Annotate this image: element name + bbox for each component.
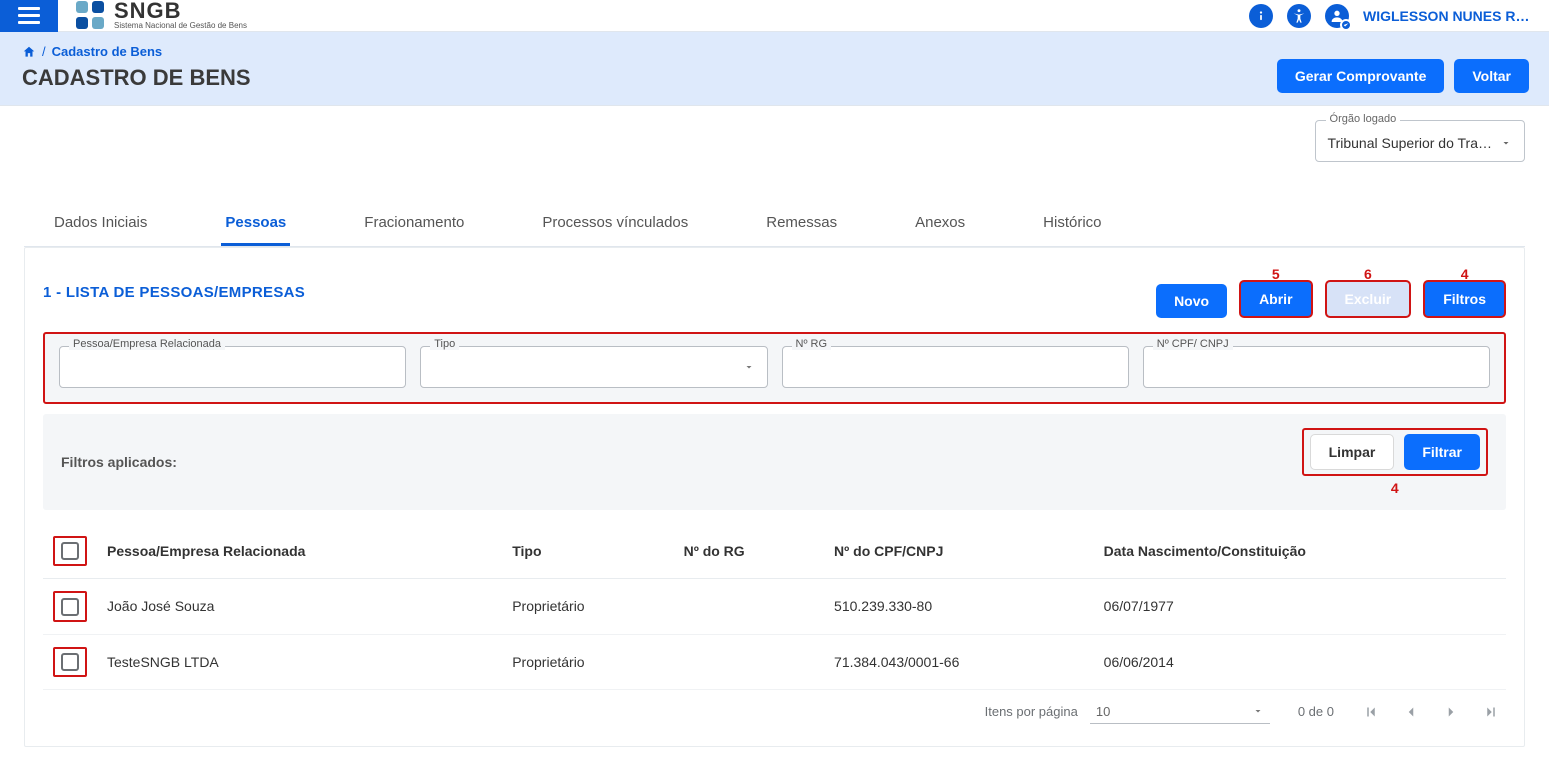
col-pessoa[interactable]: Pessoa/Empresa Relacionada: [97, 524, 502, 579]
row-checkbox[interactable]: [61, 598, 79, 616]
check-icon: [1343, 22, 1349, 28]
filter-tipo-select[interactable]: [420, 346, 767, 388]
excluir-button: Excluir: [1325, 280, 1412, 318]
cell-pessoa: TesteSNGB LTDA: [97, 634, 502, 689]
brand-subtitle: Sistema Nacional de Gestão de Bens: [114, 21, 247, 30]
chevron-down-icon: [1500, 137, 1512, 149]
page-range: 0 de 0: [1298, 704, 1334, 719]
breadcrumb-link[interactable]: Cadastro de Bens: [52, 44, 163, 59]
filter-cpf-label: Nº CPF/ CNPJ: [1153, 338, 1233, 350]
topbar: SNGB Sistema Nacional de Gestão de Bens …: [0, 0, 1549, 32]
section-actions: Novo 5 Abrir 6 Excluir 4 Filtros: [1156, 266, 1506, 318]
page-header-band: / Cadastro de Bens CADASTRO DE BENS Gera…: [0, 32, 1549, 106]
annotation-6: 6: [1364, 266, 1372, 282]
tabs: Dados Iniciais Pessoas Fracionamento Pro…: [24, 204, 1525, 247]
cell-pessoa: João José Souza: [97, 579, 502, 634]
filter-pessoa-field: Pessoa/Empresa Relacionada: [59, 346, 406, 388]
filter-rg-label: Nº RG: [792, 338, 832, 350]
org-selector-row: Órgão logado Tribunal Superior do Tra…: [0, 106, 1549, 168]
chevron-down-icon: [1252, 705, 1264, 717]
filter-rg-field: Nº RG: [782, 346, 1129, 388]
page-next-icon[interactable]: [1442, 703, 1460, 721]
tab-fracionamento[interactable]: Fracionamento: [360, 204, 468, 246]
page-last-icon[interactable]: [1482, 703, 1500, 721]
perpage-label: Itens por página: [985, 704, 1078, 719]
abrir-button[interactable]: Abrir: [1239, 280, 1312, 318]
filtrar-button[interactable]: Filtrar: [1404, 434, 1480, 470]
col-nasc[interactable]: Data Nascimento/Constituição: [1094, 524, 1506, 579]
filter-cpf-field: Nº CPF/ CNPJ: [1143, 346, 1490, 388]
page-prev-icon[interactable]: [1402, 703, 1420, 721]
chevron-down-icon: [743, 361, 755, 373]
user-avatar-button[interactable]: [1325, 4, 1349, 28]
annotation-4-below: 4: [1302, 480, 1488, 496]
brand-mark-icon: [76, 1, 104, 29]
table-row[interactable]: TesteSNGB LTDA Proprietário 71.384.043/0…: [43, 634, 1506, 689]
limpar-button[interactable]: Limpar: [1310, 434, 1395, 470]
col-rg[interactable]: Nº do RG: [674, 524, 824, 579]
filter-tipo-label: Tipo: [430, 338, 459, 350]
tab-historico[interactable]: Histórico: [1039, 204, 1105, 246]
topbar-icons: WIGLESSON NUNES RO…: [1249, 4, 1549, 28]
page-first-icon[interactable]: [1362, 703, 1380, 721]
table-row[interactable]: João José Souza Proprietário 510.239.330…: [43, 579, 1506, 634]
filter-tipo-field: Tipo: [420, 346, 767, 388]
org-selector-value: Tribunal Superior do Tra…: [1328, 135, 1492, 151]
user-name-label[interactable]: WIGLESSON NUNES RO…: [1363, 8, 1533, 24]
cell-tipo: Proprietário: [502, 634, 673, 689]
cell-tipo: Proprietário: [502, 579, 673, 634]
hamburger-icon: [18, 7, 40, 25]
annotation-5: 5: [1272, 266, 1280, 282]
info-icon: [1254, 9, 1268, 23]
perpage-value: 10: [1096, 704, 1110, 719]
tab-anexos[interactable]: Anexos: [911, 204, 969, 246]
filter-panel: Pessoa/Empresa Relacionada Tipo Nº RG Nº…: [43, 332, 1506, 404]
col-cpf[interactable]: Nº do CPF/CNPJ: [824, 524, 1094, 579]
tab-remessas[interactable]: Remessas: [762, 204, 841, 246]
org-selector-label: Órgão logado: [1326, 113, 1401, 125]
cell-rg: [674, 579, 824, 634]
brand-logo: SNGB Sistema Nacional de Gestão de Bens: [76, 1, 247, 30]
filter-rg-input[interactable]: [782, 346, 1129, 388]
breadcrumb: / Cadastro de Bens: [22, 44, 1527, 59]
cell-cpf: 510.239.330-80: [824, 579, 1094, 634]
col-tipo[interactable]: Tipo: [502, 524, 673, 579]
tab-pessoas[interactable]: Pessoas: [221, 204, 290, 246]
brand-name: SNGB: [114, 1, 247, 21]
breadcrumb-separator: /: [42, 44, 46, 59]
org-selector[interactable]: Órgão logado Tribunal Superior do Tra…: [1315, 120, 1525, 162]
filter-cpf-input[interactable]: [1143, 346, 1490, 388]
annotation-4: 4: [1461, 266, 1469, 282]
applied-filters-row: Filtros aplicados: Limpar Filtrar 4: [43, 414, 1506, 510]
filtros-button[interactable]: Filtros: [1423, 280, 1506, 318]
section-title: 1 - LISTA DE PESSOAS/EMPRESAS: [43, 284, 305, 301]
novo-button[interactable]: Novo: [1156, 284, 1227, 318]
content-card: 1 - LISTA DE PESSOAS/EMPRESAS Novo 5 Abr…: [24, 247, 1525, 747]
applied-filters-label: Filtros aplicados:: [61, 454, 177, 470]
pessoas-table: Pessoa/Empresa Relacionada Tipo Nº do RG…: [43, 524, 1506, 690]
cell-nasc: 06/07/1977: [1094, 579, 1506, 634]
row-checkbox[interactable]: [61, 653, 79, 671]
tab-dados-iniciais[interactable]: Dados Iniciais: [50, 204, 151, 246]
gerar-comprovante-button[interactable]: Gerar Comprovante: [1277, 59, 1444, 93]
voltar-button[interactable]: Voltar: [1454, 59, 1529, 93]
menu-toggle-button[interactable]: [0, 0, 58, 32]
cell-rg: [674, 634, 824, 689]
cell-cpf: 71.384.043/0001-66: [824, 634, 1094, 689]
info-button[interactable]: [1249, 4, 1273, 28]
cell-nasc: 06/06/2014: [1094, 634, 1506, 689]
accessibility-icon: [1291, 8, 1307, 24]
select-all-checkbox[interactable]: [61, 542, 79, 560]
perpage-select[interactable]: 10: [1090, 700, 1270, 724]
tab-processos-vinculados[interactable]: Processos vínculados: [538, 204, 692, 246]
pagination: Itens por página 10 0 de 0: [43, 690, 1506, 724]
home-icon[interactable]: [22, 45, 36, 59]
filter-pessoa-input[interactable]: [59, 346, 406, 388]
accessibility-button[interactable]: [1287, 4, 1311, 28]
filter-pessoa-label: Pessoa/Empresa Relacionada: [69, 338, 225, 350]
